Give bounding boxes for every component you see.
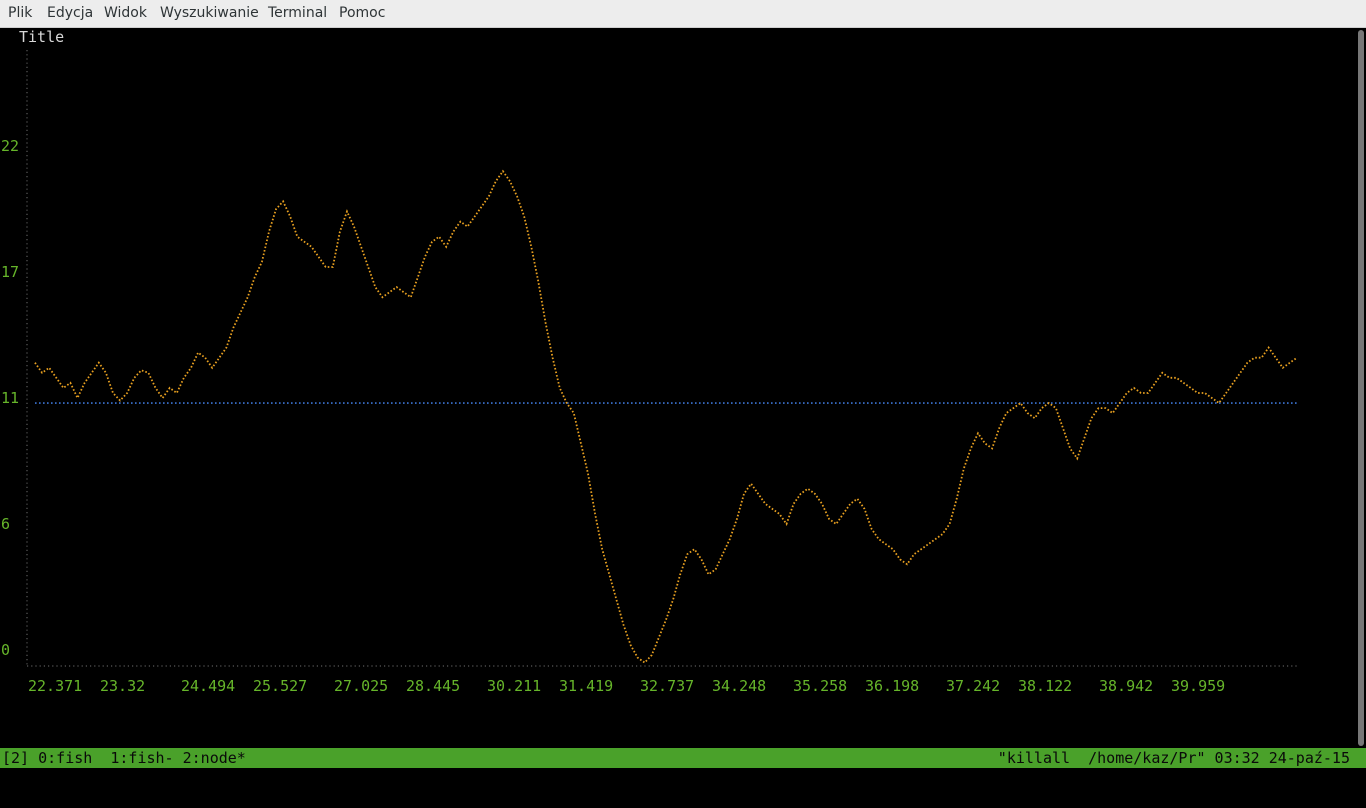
menu-wyszukiwanie[interactable]: Wyszukiwanie xyxy=(160,0,259,27)
x-tick-label: 34.248 xyxy=(712,677,766,695)
x-tick-label: 38.942 xyxy=(1099,677,1153,695)
y-tick-label: 17 xyxy=(1,263,19,281)
x-tick-label: 35.258 xyxy=(793,677,847,695)
x-tick-label: 31.419 xyxy=(559,677,613,695)
chart-title: Title xyxy=(19,28,64,46)
x-tick-label: 39.959 xyxy=(1171,677,1225,695)
series-line xyxy=(34,169,1298,664)
x-tick-label: 28.445 xyxy=(406,677,460,695)
x-tick-label: 30.211 xyxy=(487,677,541,695)
x-tick-label: 25.527 xyxy=(253,677,307,695)
y-tick-label: 0 xyxy=(1,641,10,659)
x-tick-label: 24.494 xyxy=(181,677,235,695)
x-tick-label: 38.122 xyxy=(1018,677,1072,695)
x-tick-label: 36.198 xyxy=(865,677,919,695)
y-tick-label: 11 xyxy=(1,389,19,407)
status-right: "killall /home/kaz/Pr" 03:32 24-paź-15 xyxy=(997,749,1350,767)
scrollbar-thumb[interactable] xyxy=(1358,30,1364,746)
terminal-scrollbar[interactable] xyxy=(1356,28,1366,748)
x-tick-label: 27.025 xyxy=(334,677,388,695)
x-tick-label: 23.32 xyxy=(100,677,145,695)
x-tick-label: 22.371 xyxy=(28,677,82,695)
menu-pomoc[interactable]: Pomoc xyxy=(339,0,385,27)
line-chart: Title 22 17 11 6 0 22.371 23.32 24.494 2… xyxy=(1,28,1298,695)
menu-plik[interactable]: Plik xyxy=(8,0,32,27)
x-tick-label: 37.242 xyxy=(946,677,1000,695)
x-tick-label: 32.737 xyxy=(640,677,694,695)
menu-widok[interactable]: Widok xyxy=(104,0,147,27)
window-list[interactable]: [2] 0:fish 1:fish- 2:node* xyxy=(2,748,246,768)
y-tick-label: 6 xyxy=(1,515,10,533)
menu-edycja[interactable]: Edycja xyxy=(47,0,93,27)
menu-terminal[interactable]: Terminal xyxy=(268,0,327,27)
tmux-status-bar: [2] 0:fish 1:fish- 2:node* "killall /hom… xyxy=(0,748,1366,768)
y-tick-label: 22 xyxy=(1,137,19,155)
menu-bar: Plik Edycja Widok Wyszukiwanie Terminal … xyxy=(0,0,1366,28)
